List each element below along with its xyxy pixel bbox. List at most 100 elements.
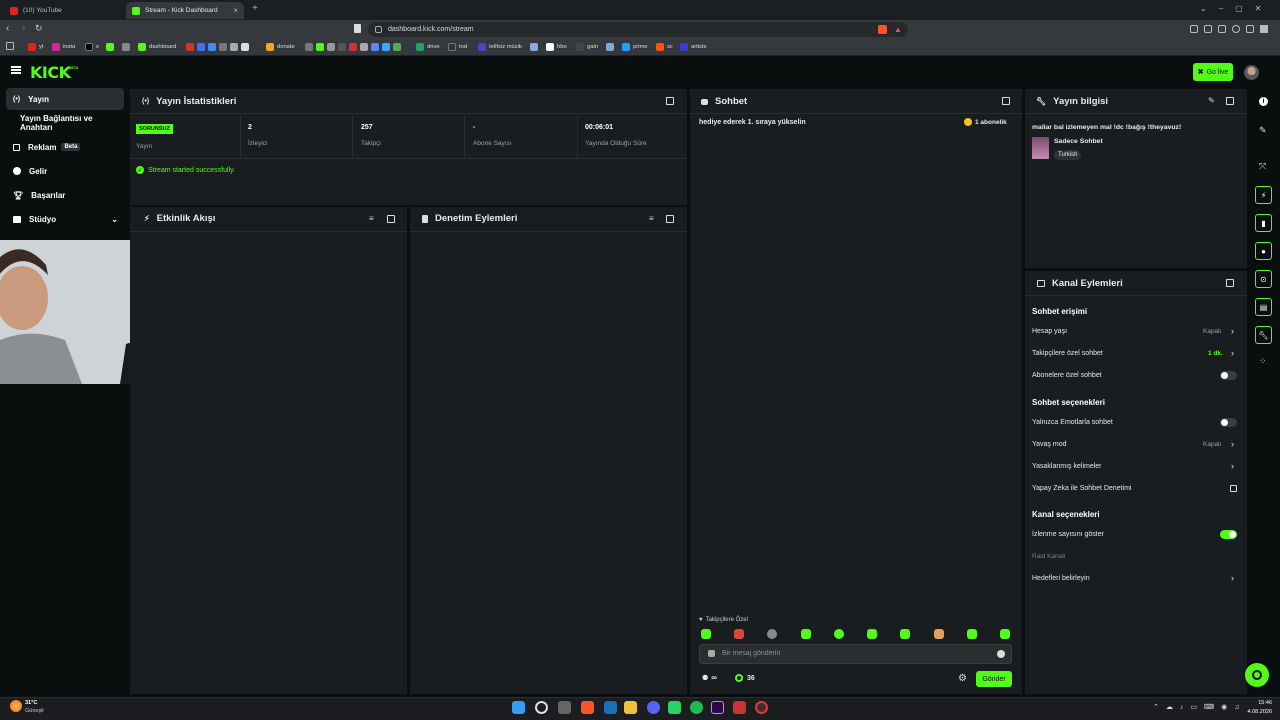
bookmark-gmail[interactable] xyxy=(186,41,249,53)
edge-icon[interactable] xyxy=(604,701,617,714)
sidebar-item-stream-key[interactable]: Yayın Bağlantısı ve Anahtarı xyxy=(6,112,124,134)
set-goals-label[interactable]: Hedefleri belirleyin xyxy=(1032,575,1090,582)
chat-users-counter[interactable]: ⚉ ∞ xyxy=(702,673,717,682)
edit-icon[interactable]: ✎ xyxy=(1208,96,1215,105)
rail-chat-icon[interactable]: ● xyxy=(1255,242,1272,260)
bookmark-icon[interactable] xyxy=(354,24,361,33)
obs-icon[interactable] xyxy=(755,701,768,714)
sidebar-item-basarilar[interactable]: 🏆︎ Başarılar xyxy=(6,184,124,206)
new-tab-button[interactable]: + xyxy=(252,3,258,14)
folder-icon[interactable] xyxy=(624,701,637,714)
emote-icon[interactable] xyxy=(867,629,877,639)
rail-wrench-icon[interactable]: 🔧︎ xyxy=(1255,326,1272,344)
slow-mode-value[interactable]: Kapalı xyxy=(1203,441,1221,448)
brave-shield-icon[interactable] xyxy=(878,25,887,34)
kick-logo[interactable]: KICK xyxy=(30,63,71,82)
bookmark-prime[interactable]: prime xyxy=(622,41,648,53)
app-icon[interactable] xyxy=(733,701,746,714)
bookmark-insta[interactable]: insta xyxy=(52,41,75,53)
chevron-right-icon[interactable]: › xyxy=(1231,573,1234,583)
popout-icon[interactable] xyxy=(1226,97,1234,105)
bookmark-donate[interactable]: donate xyxy=(266,41,295,53)
user-avatar[interactable] xyxy=(1244,65,1259,80)
sidebar-item-studyo[interactable]: Stüdyo ⌄ xyxy=(6,208,124,230)
chevron-right-icon[interactable]: › xyxy=(1231,461,1234,471)
popout-icon[interactable] xyxy=(666,215,674,223)
emote-icon[interactable] xyxy=(934,629,944,639)
bookmark-dashboard[interactable]: dashboard xyxy=(138,41,176,53)
emote-icon[interactable] xyxy=(801,629,811,639)
bookmark-sc[interactable]: sc xyxy=(656,41,673,53)
url-bar[interactable]: dashboard.kick.com/stream ▲ xyxy=(368,22,908,37)
emote-only-toggle[interactable] xyxy=(1220,418,1237,427)
sidebar-item-reklam[interactable]: Reklam Beta xyxy=(6,136,124,158)
whatsapp-icon[interactable] xyxy=(668,701,681,714)
weather-sun-icon[interactable] xyxy=(10,700,22,712)
discord-icon[interactable] xyxy=(647,701,660,714)
popout-icon[interactable] xyxy=(666,97,674,105)
reload-icon[interactable]: ↻ xyxy=(35,23,43,34)
chat-input[interactable]: Bir mesaj gönderin xyxy=(699,644,1012,664)
rail-bolt-icon[interactable]: ⚡︎ xyxy=(1255,186,1272,204)
show-viewers-toggle[interactable] xyxy=(1220,530,1237,539)
bookmark-artists[interactable]: artists xyxy=(680,41,706,53)
rail-shield-icon[interactable]: ▮ xyxy=(1255,214,1272,232)
ai-moderation-label[interactable]: Yapay Zeka ile Sohbet Denetimi xyxy=(1032,485,1131,492)
emote-icon[interactable] xyxy=(834,629,844,639)
chevron-right-icon[interactable]: › xyxy=(1231,348,1234,358)
chevron-right-icon[interactable]: › xyxy=(1231,326,1234,336)
popout-icon[interactable] xyxy=(387,215,395,223)
bookmark-yt[interactable]: yt xyxy=(28,41,44,53)
bookmark-telifsiz-muzik[interactable]: telifsiz müzik xyxy=(478,41,522,53)
add-widget-icon[interactable]: ⁘ xyxy=(1259,356,1267,367)
browser-tab-youtube[interactable]: (10) YouTube xyxy=(4,2,124,19)
premiere-icon[interactable] xyxy=(711,701,724,714)
expand-icon[interactable]: ⤧ xyxy=(1259,161,1266,172)
bookmark-icons-group[interactable] xyxy=(305,41,401,53)
search-icon[interactable] xyxy=(535,701,548,714)
account-age-value[interactable]: Kapalı xyxy=(1203,328,1221,335)
apps-grid-icon[interactable] xyxy=(6,42,14,50)
brave-rewards-icon[interactable]: ▲ xyxy=(894,25,902,34)
info-icon[interactable]: i xyxy=(1259,97,1268,106)
popout-icon[interactable] xyxy=(1226,279,1234,287)
spotify-icon[interactable] xyxy=(690,701,703,714)
bookmark-hbo[interactable]: hbo xyxy=(546,41,567,53)
bookmark-misc[interactable] xyxy=(122,41,130,53)
task-view-icon[interactable] xyxy=(558,701,571,714)
emote-icon[interactable] xyxy=(1000,629,1010,639)
bookmark-drive[interactable]: drive xyxy=(416,41,440,53)
bookmark-kick[interactable] xyxy=(106,41,114,53)
subs-chat-toggle[interactable] xyxy=(1220,371,1237,380)
bookmark-tod[interactable]: tod xyxy=(448,41,467,53)
rail-broadcast-icon[interactable]: ⊙ xyxy=(1255,270,1272,288)
rail-dashboard-icon[interactable]: ▤ xyxy=(1255,298,1272,316)
bookmark-misc2[interactable] xyxy=(530,41,538,53)
chevron-right-icon[interactable]: › xyxy=(1231,439,1234,449)
bookmark-gain[interactable]: gain xyxy=(576,41,598,53)
clock-time[interactable]: 15:46 xyxy=(1244,700,1272,706)
extension-icons[interactable] xyxy=(1190,25,1270,34)
pencil-icon[interactable]: ✎ xyxy=(1259,125,1267,136)
back-icon[interactable]: ‹ xyxy=(6,23,9,34)
filter-icon[interactable]: ≡ xyxy=(649,214,654,223)
brave-icon[interactable] xyxy=(581,701,594,714)
emote-icon[interactable] xyxy=(734,629,744,639)
clock-date[interactable]: 4.08.2026 xyxy=(1240,709,1272,715)
emote-icon[interactable] xyxy=(767,629,777,639)
gear-icon[interactable]: ⚙︎ xyxy=(958,673,967,684)
banned-words-label[interactable]: Yasaklanmış kelimeler xyxy=(1032,463,1102,470)
emote-icon[interactable] xyxy=(701,629,711,639)
forward-icon[interactable]: › xyxy=(22,23,25,34)
browser-tab-kick[interactable]: Stream - Kick Dashboard × xyxy=(126,2,244,19)
emote-icon[interactable] xyxy=(967,629,977,639)
popout-icon[interactable] xyxy=(1002,97,1010,105)
site-info-icon[interactable] xyxy=(375,26,382,33)
emoji-icon[interactable] xyxy=(997,650,1005,658)
channel-points[interactable]: 36 xyxy=(735,674,755,682)
menu-icon[interactable] xyxy=(11,66,21,74)
system-tray-icons[interactable]: ⌃☁♪▭⌨◉♫ xyxy=(1153,703,1246,711)
sidebar-item-gelir[interactable]: Gelir xyxy=(6,160,124,182)
weather-temp[interactable]: 31°C xyxy=(25,700,37,706)
followers-chat-value[interactable]: 1 dk. xyxy=(1208,350,1223,357)
